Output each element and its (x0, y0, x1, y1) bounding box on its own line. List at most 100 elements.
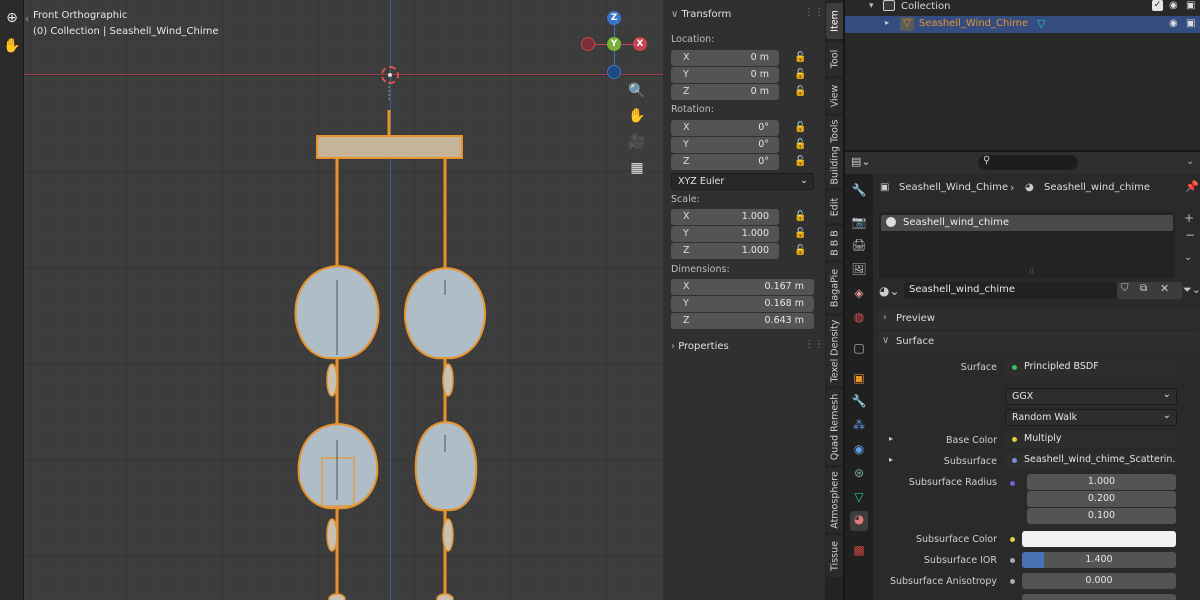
subsurface-anisotropy-slider[interactable]: 0.000 (1022, 573, 1176, 589)
subsurface-color-swatch[interactable] (1022, 531, 1176, 547)
camera-icon[interactable]: ▣ (1186, 0, 1195, 11)
dimension-y-field[interactable]: Y 0.168 m (671, 296, 814, 312)
subsurface-radius-y[interactable]: 0.200 (1027, 491, 1176, 507)
rotation-y-field[interactable]: Y 0° (671, 137, 779, 153)
shield-icon[interactable]: ⛉ (1121, 283, 1129, 294)
duplicate-icon[interactable]: ⧉ (1140, 283, 1147, 294)
add-icon[interactable]: ⊕ (0, 10, 24, 26)
lock-icon[interactable]: 🔓 (794, 69, 806, 80)
distribution-select[interactable]: GGX ⌄ (1005, 388, 1177, 405)
remove-slot-icon[interactable]: − (1185, 228, 1195, 242)
tab-tissue[interactable]: Tissue (826, 535, 844, 577)
view-layer-icon[interactable]: 🖼 (851, 261, 867, 277)
output-icon[interactable]: 🖨 (851, 237, 867, 253)
lock-icon[interactable]: 🔓 (794, 228, 806, 239)
lock-icon[interactable]: 🔓 (794, 156, 806, 167)
zoom-icon[interactable]: 🔍 (625, 80, 649, 102)
collection-icon[interactable]: ▢ (851, 340, 867, 356)
material-slot-row[interactable]: Seashell_wind_chime (881, 215, 1173, 231)
filter-icon[interactable]: ⏷⌄ (1183, 283, 1200, 297)
lock-icon[interactable]: 🔓 (794, 52, 806, 63)
tab-item[interactable]: Item (826, 3, 844, 39)
transform-header[interactable]: ∨ Transform (671, 9, 731, 20)
base-color-field[interactable]: Multiply (1006, 431, 1176, 448)
tab-texel-density[interactable]: Texel Density (826, 316, 844, 386)
gizmo-z-axis[interactable]: Z (607, 11, 621, 25)
lock-icon[interactable]: 🔓 (794, 245, 806, 256)
location-x-field[interactable]: X0 m (671, 50, 779, 66)
gizmo-x-axis[interactable]: X (633, 37, 647, 51)
subsurface-field[interactable]: Seashell_wind_chime_Scatterin... (1006, 452, 1176, 469)
dimension-z-field[interactable]: Z 0.643 m (671, 313, 814, 329)
tab-bagapie[interactable]: BagaPie (826, 263, 844, 313)
subsurface-radius-z[interactable]: 0.100 (1027, 508, 1176, 524)
search-input[interactable]: ⚲ (978, 155, 1078, 170)
gizmo-y-axis[interactable]: Y (607, 37, 621, 51)
render-icon[interactable]: 📷 (851, 214, 867, 230)
chevron-down-icon[interactable]: ⌄ (1186, 156, 1194, 167)
tab-view[interactable]: View (826, 79, 844, 113)
lock-icon[interactable]: 🔓 (794, 86, 806, 97)
modifier-wrench-icon[interactable]: 🔧 (851, 393, 867, 409)
properties-header[interactable]: › Properties (671, 341, 729, 352)
camera-icon[interactable]: ▣ (1186, 18, 1195, 29)
eye-icon[interactable]: ◉ (1169, 0, 1178, 11)
rotation-x-field[interactable]: X 0° (671, 120, 779, 136)
subsurface-method-select[interactable]: Random Walk ⌄ (1005, 409, 1177, 426)
location-z-field[interactable]: Z0 m (671, 84, 779, 100)
subsurface-ior-slider[interactable]: 1.400 (1022, 552, 1176, 568)
rotation-z-field[interactable]: Z 0° (671, 154, 779, 170)
gizmo-neg-x[interactable] (581, 37, 595, 51)
camera-icon[interactable]: 🎥 (625, 131, 649, 153)
chevron-down-icon[interactable]: ⌄ (1184, 252, 1192, 263)
outliner-row-collection[interactable]: ▾ Collection ✓ ◉ ▣ (845, 0, 1200, 15)
scale-z-field[interactable]: Z 1.000 (671, 243, 779, 259)
grid-ortho-icon[interactable]: ▦ (625, 157, 649, 179)
outliner-row-object[interactable]: ▸ ▽ Seashell_Wind_Chime ▽ ◉ ▣ (845, 16, 1200, 33)
resize-handle-icon[interactable]: ⁞⁞ (1029, 267, 1034, 276)
dimension-x-field[interactable]: X 0.167 m (671, 279, 814, 295)
drag-handle-icon[interactable]: ⋮⋮ (804, 7, 824, 18)
object-icon[interactable]: ▣ (851, 370, 867, 386)
editor-type-icon[interactable]: ▤⌄ (851, 155, 871, 168)
checkbox-icon[interactable]: ✓ (1152, 0, 1163, 11)
pin-icon[interactable]: 📌 (1185, 180, 1199, 193)
location-y-field[interactable]: Y0 m (671, 67, 779, 83)
lock-icon[interactable]: 🔓 (794, 211, 806, 222)
particles-icon[interactable]: ⁂ (851, 417, 867, 433)
tool-icon[interactable]: 🔧 (851, 182, 867, 198)
drag-handle-icon[interactable]: ⋮⋮ (804, 339, 824, 350)
world-icon[interactable]: ◍ (851, 309, 867, 325)
rotation-mode-select[interactable]: XYZ Euler ⌄ (671, 173, 814, 190)
tab-edit[interactable]: Edit (826, 191, 844, 223)
material-icon[interactable]: ◕ (850, 511, 868, 531)
tab-tool[interactable]: Tool (826, 42, 844, 76)
add-slot-icon[interactable]: + (1184, 211, 1194, 225)
hand-icon[interactable]: ✋ (0, 38, 24, 54)
tab-bbb[interactable]: B B B (826, 226, 844, 260)
physics-icon[interactable]: ◉ (851, 441, 867, 457)
gizmo-neg-z[interactable] (607, 65, 621, 79)
chevron-down-icon[interactable]: ▾ (869, 1, 874, 11)
surface-shader-field[interactable]: Principled BSDF (1006, 359, 1176, 376)
texture-icon[interactable]: ▩ (851, 542, 867, 558)
lock-icon[interactable]: 🔓 (794, 139, 806, 150)
tab-building-tools[interactable]: Building Tools (826, 116, 844, 188)
chevron-right-icon[interactable]: ▸ (885, 18, 889, 27)
pan-hand-icon[interactable]: ✋ (625, 105, 649, 127)
navigation-gizmo[interactable]: Z Y X (580, 8, 655, 83)
toolbar-collapse-icon[interactable]: ‹‹ (24, 14, 29, 25)
metallic-field-partial[interactable] (1022, 594, 1176, 600)
constraints-icon[interactable]: ⊛ (851, 465, 867, 481)
scale-x-field[interactable]: X 1.000 (671, 209, 779, 225)
surface-panel-header[interactable]: ∨ Surface (877, 332, 1200, 352)
subsurface-radius-x[interactable]: 1.000 (1027, 474, 1176, 490)
tab-atmosphere[interactable]: Atmosphere (826, 468, 844, 532)
preview-panel-header[interactable]: › Preview (877, 309, 1200, 329)
close-icon[interactable]: ✕ (1160, 282, 1169, 295)
scene-icon[interactable]: ◈ (851, 285, 867, 301)
eye-icon[interactable]: ◉ (1169, 18, 1178, 29)
tab-quad-remesh[interactable]: Quad Remesh (826, 389, 844, 465)
mesh-data-icon[interactable]: ▽ (851, 489, 867, 505)
material-name-field[interactable]: Seashell_wind_chime (904, 282, 1117, 299)
